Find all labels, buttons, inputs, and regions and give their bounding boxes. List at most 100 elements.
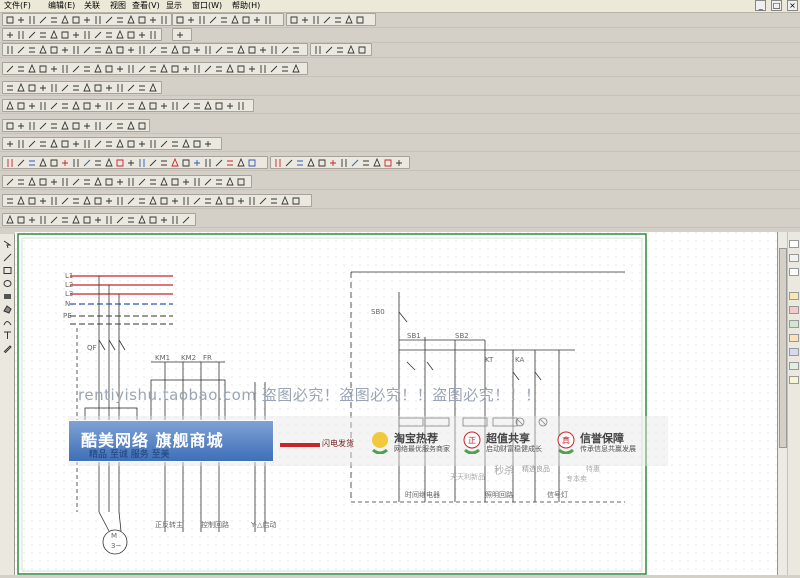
symbol-tool-icon[interactable] xyxy=(215,158,223,168)
symbol-tool-icon[interactable] xyxy=(160,101,168,111)
symbol-tool-icon[interactable] xyxy=(83,45,91,55)
menu-link[interactable]: 关联 xyxy=(84,0,100,12)
symbol-tool-icon[interactable] xyxy=(160,196,168,206)
symbol-tool-icon[interactable] xyxy=(281,64,289,74)
symbol-tool-icon[interactable] xyxy=(83,158,91,168)
symbol-tool-icon[interactable] xyxy=(149,177,157,187)
symbol-tool-icon[interactable] xyxy=(6,15,14,25)
symbol-tool-icon[interactable] xyxy=(94,139,102,149)
symbol-tool-icon[interactable] xyxy=(138,196,146,206)
symbol-tool-icon[interactable] xyxy=(334,15,342,25)
symbol-tool-icon[interactable] xyxy=(28,196,36,206)
symbol-tool-icon[interactable] xyxy=(138,121,146,131)
symbol-tool-icon[interactable] xyxy=(127,101,135,111)
symbol-tool-icon[interactable] xyxy=(39,30,47,40)
symbol-tool-icon[interactable] xyxy=(6,196,14,206)
symbol-tool-icon[interactable] xyxy=(127,177,135,187)
symbol-tool-icon[interactable] xyxy=(182,158,190,168)
symbol-tool-icon[interactable] xyxy=(307,158,315,168)
symbol-tool-icon[interactable] xyxy=(61,83,69,93)
symbol-tool-icon[interactable] xyxy=(264,15,272,25)
symbol-tool-icon[interactable] xyxy=(94,45,102,55)
symbol-tool-icon[interactable] xyxy=(39,64,47,74)
symbol-tool-icon[interactable] xyxy=(39,215,47,225)
symbol-tool-icon[interactable] xyxy=(61,215,69,225)
symbol-tool-icon[interactable] xyxy=(281,45,289,55)
symbol-tool-icon[interactable] xyxy=(28,30,36,40)
symbol-tool-icon[interactable] xyxy=(193,139,201,149)
symbol-tool-icon[interactable] xyxy=(72,30,80,40)
symbol-tool-icon[interactable] xyxy=(182,64,190,74)
symbol-tool-icon[interactable] xyxy=(50,158,58,168)
symbol-tool-icon[interactable] xyxy=(160,45,168,55)
line-tool-icon[interactable] xyxy=(3,253,12,262)
symbol-tool-icon[interactable] xyxy=(94,30,102,40)
symbol-tool-icon[interactable] xyxy=(17,158,25,168)
symbol-tool-icon[interactable] xyxy=(160,64,168,74)
symbol-tool-icon[interactable] xyxy=(226,45,234,55)
symbol-tool-icon[interactable] xyxy=(39,177,47,187)
symbol-tool-icon[interactable] xyxy=(17,30,25,40)
symbol-tool-icon[interactable] xyxy=(138,215,146,225)
symbol-tool-icon[interactable] xyxy=(72,121,80,131)
symbol-tool-icon[interactable] xyxy=(83,15,91,25)
menu-window[interactable]: 窗口(W) xyxy=(192,0,222,12)
symbol-tool-icon[interactable] xyxy=(83,121,91,131)
symbol-tool-icon[interactable] xyxy=(204,64,212,74)
select-arrow-icon[interactable] xyxy=(3,240,12,249)
symbol-tool-icon[interactable] xyxy=(395,158,403,168)
symbol-tool-icon[interactable] xyxy=(105,83,113,93)
color-swatch-light[interactable] xyxy=(789,254,799,262)
symbol-tool-icon[interactable] xyxy=(6,45,14,55)
symbol-tool-icon[interactable] xyxy=(28,121,36,131)
symbol-tool-icon[interactable] xyxy=(237,64,245,74)
symbol-tool-icon[interactable] xyxy=(138,101,146,111)
symbol-tool-icon[interactable] xyxy=(149,15,157,25)
menu-edit[interactable]: 编辑(E) xyxy=(48,0,75,12)
symbol-tool-icon[interactable] xyxy=(204,101,212,111)
symbol-tool-icon[interactable] xyxy=(171,215,179,225)
symbol-tool-icon[interactable] xyxy=(340,158,348,168)
symbol-tool-icon[interactable] xyxy=(116,121,124,131)
symbol-tool-icon[interactable] xyxy=(127,15,135,25)
symbol-tool-icon[interactable] xyxy=(226,158,234,168)
symbol-tool-icon[interactable] xyxy=(61,196,69,206)
symbol-tool-icon[interactable] xyxy=(345,15,353,25)
symbol-tool-icon[interactable] xyxy=(39,83,47,93)
symbol-tool-icon[interactable] xyxy=(105,30,113,40)
symbol-tool-icon[interactable] xyxy=(270,45,278,55)
symbol-tool-icon[interactable] xyxy=(17,64,25,74)
rectangle-tool-icon[interactable] xyxy=(3,266,12,275)
symbol-tool-icon[interactable] xyxy=(17,215,25,225)
arc-tool-icon[interactable] xyxy=(3,318,12,327)
color-swatch-green[interactable] xyxy=(789,320,799,328)
symbol-tool-icon[interactable] xyxy=(356,15,364,25)
symbol-tool-icon[interactable] xyxy=(17,121,25,131)
symbol-tool-icon[interactable] xyxy=(138,139,146,149)
symbol-tool-icon[interactable] xyxy=(182,139,190,149)
symbol-tool-icon[interactable] xyxy=(149,196,157,206)
symbol-tool-icon[interactable] xyxy=(127,121,135,131)
symbol-tool-icon[interactable] xyxy=(94,196,102,206)
symbol-tool-icon[interactable] xyxy=(6,215,14,225)
menu-view[interactable]: 视图 xyxy=(110,0,126,12)
symbol-tool-icon[interactable] xyxy=(237,45,245,55)
symbol-tool-icon[interactable] xyxy=(50,139,58,149)
symbol-tool-icon[interactable] xyxy=(149,30,157,40)
symbol-tool-icon[interactable] xyxy=(301,15,309,25)
symbol-tool-icon[interactable] xyxy=(285,158,293,168)
symbol-tool-icon[interactable] xyxy=(248,196,256,206)
symbol-tool-icon[interactable] xyxy=(182,196,190,206)
symbol-tool-icon[interactable] xyxy=(72,177,80,187)
symbol-tool-icon[interactable] xyxy=(226,101,234,111)
symbol-tool-icon[interactable] xyxy=(6,121,14,131)
symbol-tool-icon[interactable] xyxy=(171,158,179,168)
symbol-tool-icon[interactable] xyxy=(83,177,91,187)
symbol-tool-icon[interactable] xyxy=(171,64,179,74)
symbol-tool-icon[interactable] xyxy=(61,139,69,149)
symbol-tool-icon[interactable] xyxy=(182,177,190,187)
symbol-tool-icon[interactable] xyxy=(6,101,14,111)
symbol-tool-icon[interactable] xyxy=(39,158,47,168)
symbol-tool-icon[interactable] xyxy=(193,177,201,187)
symbol-tool-icon[interactable] xyxy=(6,177,14,187)
